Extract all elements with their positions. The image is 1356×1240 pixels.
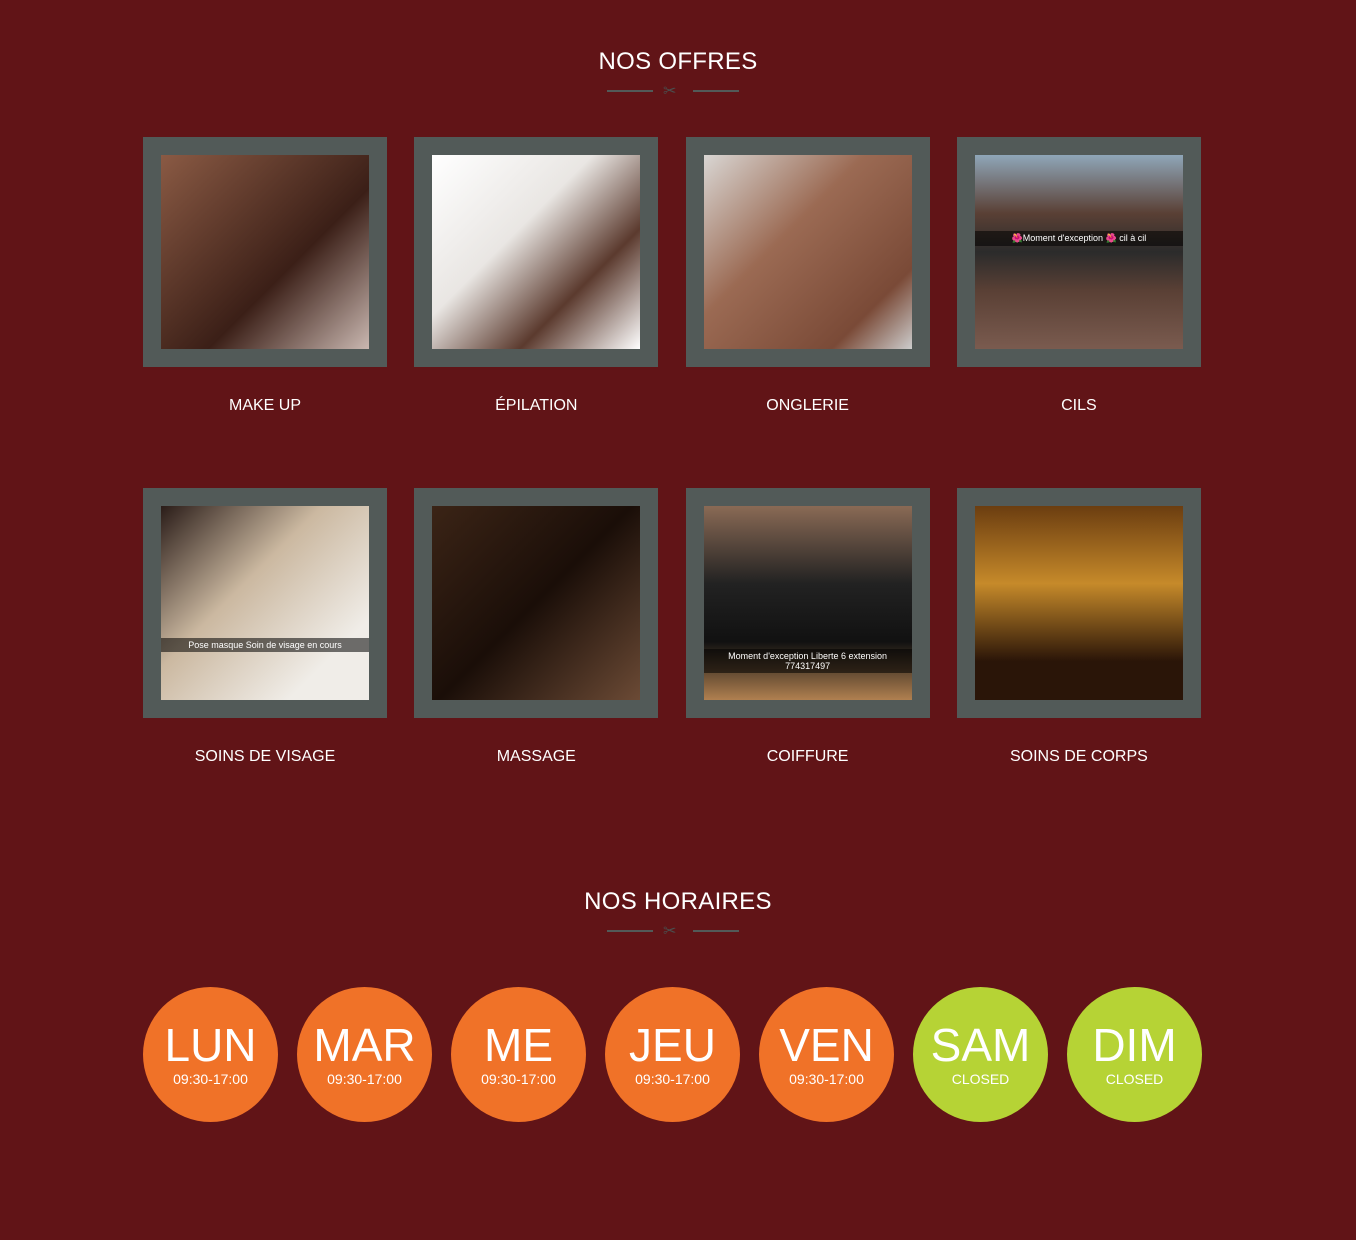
offer-label[interactable]: COIFFURE bbox=[686, 748, 930, 766]
hours-title: NOS HORAIRES bbox=[584, 888, 772, 915]
day-name: ME bbox=[484, 1019, 553, 1071]
offer-image[interactable]: Pose masque Soin de visage en cours bbox=[161, 506, 369, 700]
offer-image-frame[interactable]: Pose masque Soin de visage en cours bbox=[143, 488, 387, 718]
day-name: VEN bbox=[779, 1019, 874, 1071]
day-hours: 09:30-17:00 bbox=[789, 1071, 864, 1087]
day-hours: CLOSED bbox=[951, 1071, 1010, 1087]
offer-label[interactable]: MAKE UP bbox=[143, 397, 387, 415]
offer-image-frame[interactable]: 🌺Moment d'exception 🌺 cil à cil bbox=[956, 137, 1201, 367]
day-sam: SAM CLOSED bbox=[913, 987, 1048, 1122]
offer-image[interactable] bbox=[432, 155, 641, 349]
day-hours: 09:30-17:00 bbox=[481, 1071, 556, 1087]
day-hours: CLOSED bbox=[1105, 1071, 1164, 1087]
day-name: SAM bbox=[930, 1019, 1031, 1071]
offer-label[interactable]: ONGLERIE bbox=[686, 397, 930, 415]
offer-card-cils[interactable]: 🌺Moment d'exception 🌺 cil à cil CILS bbox=[956, 137, 1201, 415]
day-ven: VEN 09:30-17:00 bbox=[759, 987, 894, 1122]
scissors-divider: ✂ bbox=[607, 83, 739, 100]
offer-image-frame[interactable] bbox=[956, 488, 1201, 718]
day-mar: MAR 09:30-17:00 bbox=[297, 987, 432, 1122]
offer-image-frame[interactable] bbox=[414, 137, 659, 367]
offer-image-frame[interactable] bbox=[414, 488, 659, 718]
offer-image[interactable] bbox=[161, 155, 369, 349]
offer-card-soins-de-visage[interactable]: Pose masque Soin de visage en cours SOIN… bbox=[143, 488, 387, 766]
offer-label[interactable]: MASSAGE bbox=[414, 748, 658, 766]
offer-label[interactable]: SOINS DE CORPS bbox=[957, 748, 1201, 766]
offer-card--pilation[interactable]: ÉPILATION bbox=[414, 137, 659, 415]
offer-card-coiffure[interactable]: Moment d'exception Liberte 6 extension 7… bbox=[685, 488, 930, 766]
offer-image[interactable] bbox=[974, 506, 1183, 700]
image-caption: Pose masque Soin de visage en cours bbox=[161, 638, 369, 652]
day-name: DIM bbox=[1092, 1019, 1177, 1071]
offer-label[interactable]: ÉPILATION bbox=[414, 397, 658, 415]
offer-image[interactable]: 🌺Moment d'exception 🌺 cil à cil bbox=[974, 155, 1183, 349]
offer-image[interactable] bbox=[432, 506, 641, 700]
day-hours: 09:30-17:00 bbox=[173, 1071, 248, 1087]
day-hours: 09:30-17:00 bbox=[635, 1071, 710, 1087]
scissors-icon: ✂ bbox=[663, 83, 677, 100]
offer-card-make-up[interactable]: MAKE UP bbox=[143, 137, 387, 415]
offer-card-massage[interactable]: MASSAGE bbox=[414, 488, 659, 766]
offer-label[interactable]: CILS bbox=[957, 397, 1201, 415]
day-name: JEU bbox=[629, 1019, 716, 1071]
offers-title: NOS OFFRES bbox=[598, 48, 758, 75]
offer-image[interactable] bbox=[703, 155, 912, 349]
offer-image-frame[interactable] bbox=[685, 137, 930, 367]
offer-image[interactable]: Moment d'exception Liberte 6 extension 7… bbox=[703, 506, 912, 700]
day-name: LUN bbox=[164, 1019, 257, 1071]
day-lun: LUN 09:30-17:00 bbox=[143, 987, 278, 1122]
scissors-divider: ✂ bbox=[607, 923, 739, 940]
offer-label[interactable]: SOINS DE VISAGE bbox=[143, 748, 387, 766]
day-name: MAR bbox=[313, 1019, 416, 1071]
scissors-icon: ✂ bbox=[663, 923, 677, 940]
day-dim: DIM CLOSED bbox=[1067, 987, 1202, 1122]
day-me: ME 09:30-17:00 bbox=[451, 987, 586, 1122]
offer-card-soins-de-corps[interactable]: SOINS DE CORPS bbox=[956, 488, 1201, 766]
image-caption: Moment d'exception Liberte 6 extension 7… bbox=[703, 649, 912, 673]
offer-image-frame[interactable]: Moment d'exception Liberte 6 extension 7… bbox=[685, 488, 930, 718]
offer-image-frame[interactable] bbox=[143, 137, 387, 367]
image-caption: 🌺Moment d'exception 🌺 cil à cil bbox=[974, 231, 1183, 246]
day-jeu: JEU 09:30-17:00 bbox=[605, 987, 740, 1122]
offer-card-onglerie[interactable]: ONGLERIE bbox=[685, 137, 930, 415]
day-hours: 09:30-17:00 bbox=[327, 1071, 402, 1087]
